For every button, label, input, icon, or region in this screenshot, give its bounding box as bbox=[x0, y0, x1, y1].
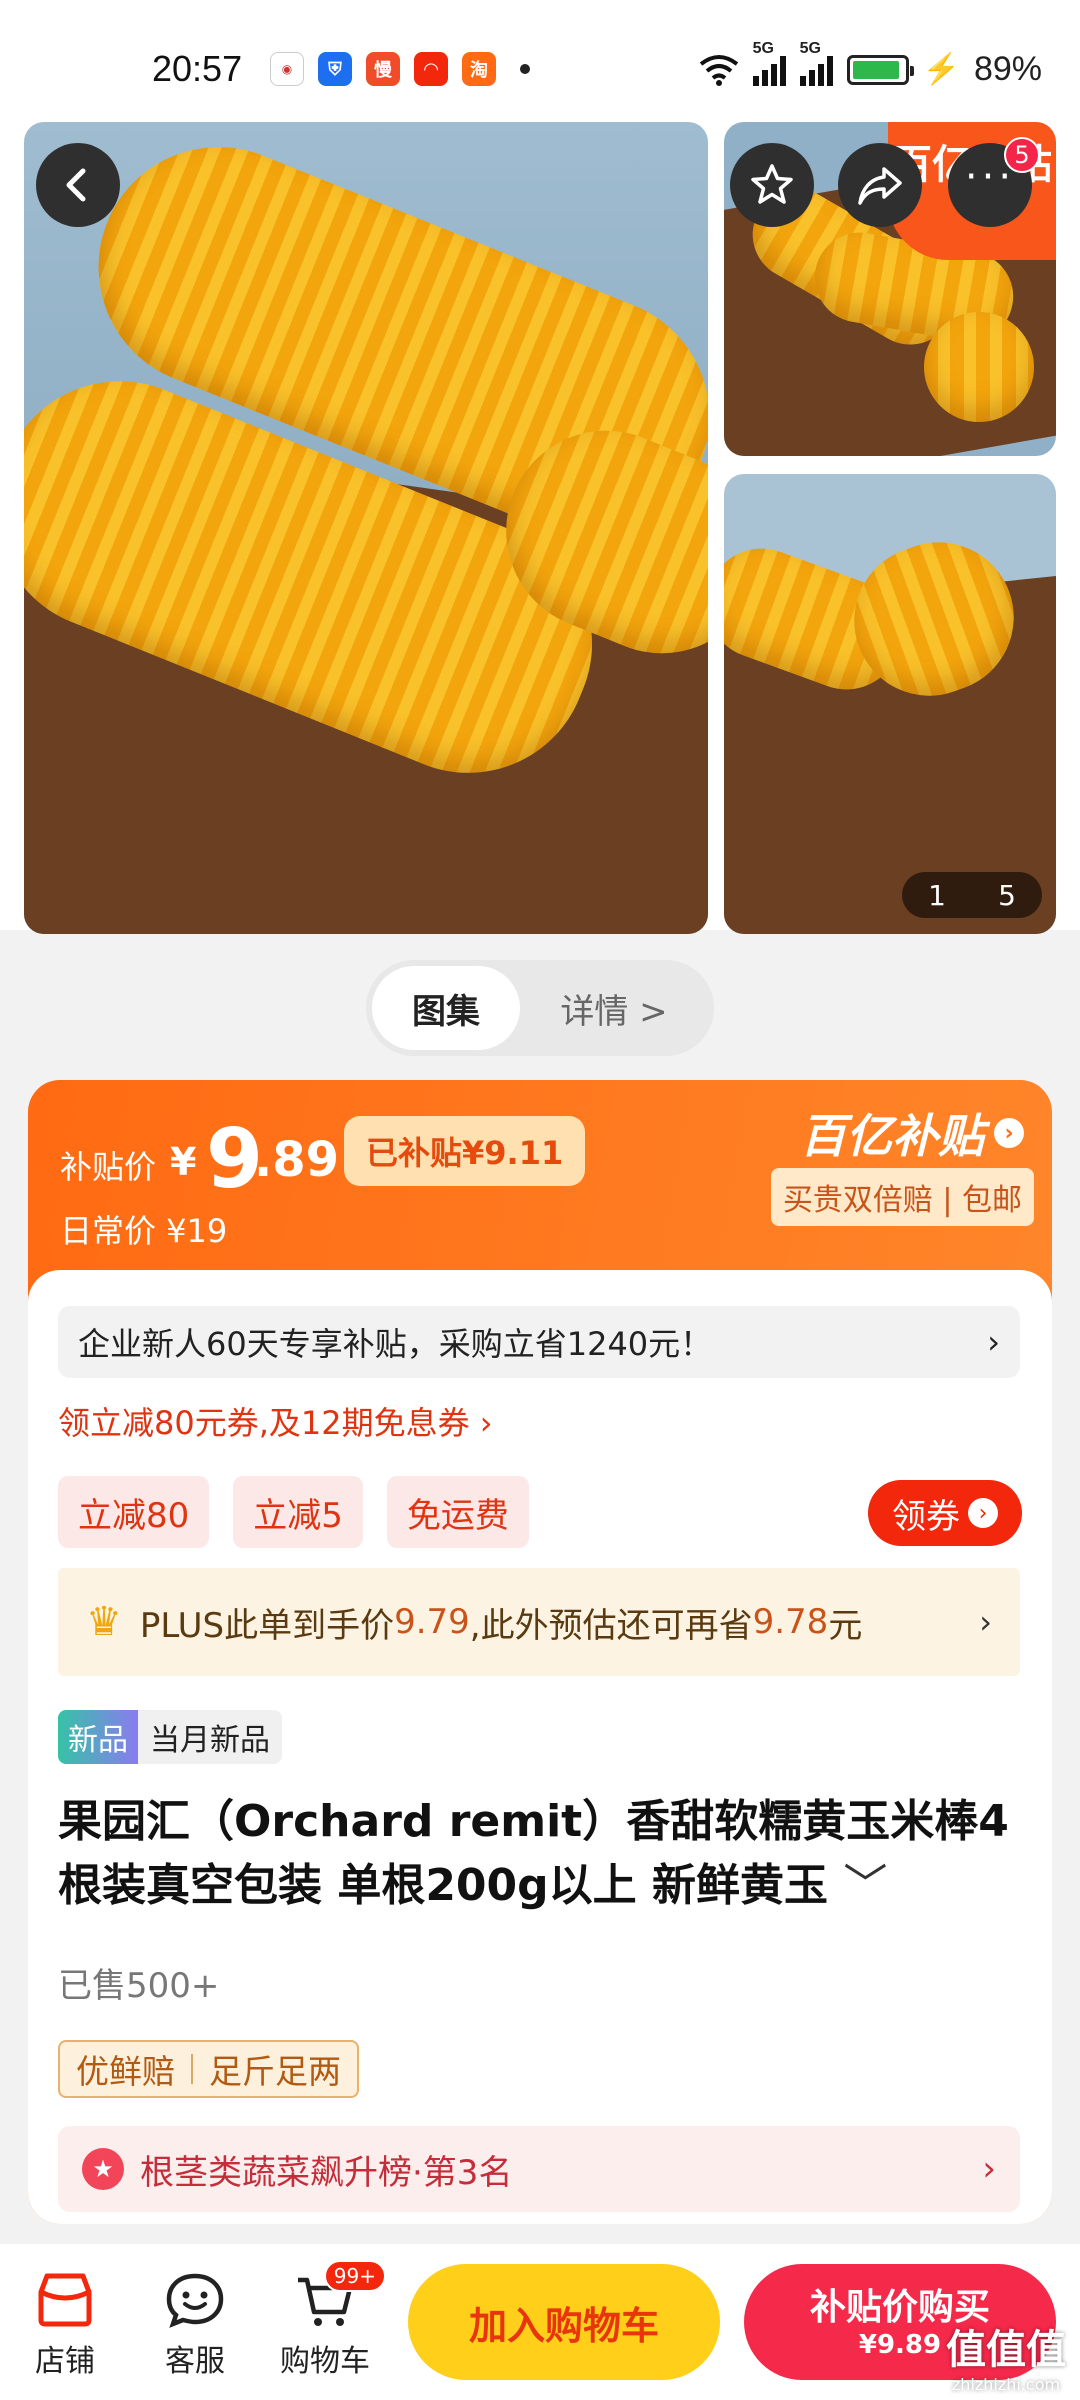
signal-bars-icon bbox=[752, 54, 786, 86]
subsidy-price-label: 补贴价 bbox=[60, 1148, 157, 1186]
plus-price-banner[interactable]: ♛ PLUS此单到手价 9.79 ,此外预估还可再省 9.78 元 › bbox=[58, 1568, 1020, 1676]
store-icon bbox=[38, 2273, 92, 2327]
get-coupon-button[interactable]: 领券 › bbox=[868, 1480, 1022, 1546]
product-image-main[interactable] bbox=[24, 122, 708, 934]
status-time: 20:57 bbox=[152, 48, 243, 89]
realme-app-icon: ◉ bbox=[270, 52, 304, 86]
status-bar: 20:57 ◉ ⛨ 慢 ◠ 淘 5G 5G ⚡ 89% bbox=[0, 0, 1080, 130]
tab-gallery[interactable]: 图集 bbox=[372, 966, 520, 1050]
subsidy-brand-link[interactable]: 百亿补贴 › bbox=[800, 1100, 1024, 1166]
chevron-down-icon[interactable]: ﹀ bbox=[843, 1860, 887, 1911]
chevron-right-icon: › bbox=[982, 2149, 996, 2189]
chevron-left-icon bbox=[66, 168, 86, 202]
store-button[interactable]: 店铺 bbox=[10, 2268, 120, 2380]
new-product-tag: 新品 当月新品 bbox=[58, 1710, 282, 1764]
status-right: 5G 5G ⚡ 89% bbox=[699, 40, 1042, 89]
crown-icon: ♛ bbox=[86, 1599, 122, 1645]
site-watermark: 值值值 zhizhizhi.com bbox=[946, 2327, 1066, 2394]
man-app-icon: 慢 bbox=[366, 52, 400, 86]
coupon-link[interactable]: 领立减80元券,及12期免息券 › bbox=[58, 1398, 493, 1444]
back-button[interactable] bbox=[36, 143, 120, 227]
chevron-right-icon: › bbox=[979, 1603, 992, 1641]
promo-chips: 立减80 立减5 免运费 bbox=[58, 1476, 529, 1548]
price-card: 补贴价 ¥ 9 .89 已补贴¥9.11 日常价 ¥19 百亿补贴 › 买贵双倍… bbox=[28, 1080, 1052, 2224]
status-app-icons: ◉ ⛨ 慢 ◠ 淘 bbox=[270, 52, 530, 86]
price-promise: 买贵双倍赔 | 包邮 bbox=[770, 1168, 1034, 1226]
subsidy-brand-label: 百亿补贴 bbox=[800, 1109, 984, 1163]
signal-1: 5G bbox=[752, 40, 786, 86]
battery-percent: 89% bbox=[973, 50, 1042, 88]
product-title[interactable]: 果园汇（Orchard remit）香甜软糯黄玉米棒4根装真空包装 单根200g… bbox=[58, 1790, 1018, 1918]
jd-app-icon: ◠ bbox=[414, 52, 448, 86]
business-subsidy-text: 企业新人60天专享补贴，采购立省1240元！ bbox=[78, 1325, 713, 1363]
signal-bars-icon bbox=[799, 54, 833, 86]
taobao-app-icon: 淘 bbox=[462, 52, 496, 86]
chevron-right-icon: › bbox=[968, 1498, 998, 1528]
share-icon bbox=[858, 167, 902, 205]
charging-icon: ⚡ bbox=[922, 53, 960, 86]
more-button[interactable]: ··· 5 bbox=[948, 137, 1040, 227]
image-page-counter: 1 5 bbox=[902, 872, 1042, 918]
price-decimal: .89 bbox=[254, 1132, 340, 1188]
ranking-banner[interactable]: ★ 根茎类蔬菜飙升榜·第3名 › bbox=[58, 2126, 1020, 2212]
price-currency: ¥ bbox=[170, 1140, 197, 1184]
share-button[interactable] bbox=[838, 143, 922, 227]
favorite-button[interactable] bbox=[730, 143, 814, 227]
chevron-right-icon: › bbox=[994, 1118, 1024, 1148]
battery-icon bbox=[846, 54, 914, 85]
promo-chip[interactable]: 立减5 bbox=[233, 1476, 363, 1548]
service-guarantee[interactable]: 优鲜赔 足斤足两 bbox=[58, 2040, 359, 2098]
product-info-panel: 企业新人60天专享补贴，采购立省1240元！ › 领立减80元券,及12期免息券… bbox=[28, 1270, 1052, 2224]
subsidized-amount: 已补贴¥9.11 bbox=[344, 1116, 586, 1186]
product-image-thumb-2[interactable]: 1 5 bbox=[724, 474, 1056, 934]
gallery-detail-toggle[interactable]: 图集 详情 > bbox=[366, 960, 714, 1056]
wifi-icon bbox=[699, 54, 738, 86]
star-icon bbox=[751, 164, 793, 204]
shield-app-icon: ⛨ bbox=[318, 52, 352, 86]
daily-price: 日常价 ¥19 bbox=[60, 1212, 228, 1250]
promo-chip[interactable]: 免运费 bbox=[386, 1476, 529, 1548]
business-subsidy-banner[interactable]: 企业新人60天专享补贴，采购立省1240元！ › bbox=[58, 1306, 1020, 1378]
sold-count: 已售500+ bbox=[58, 1966, 220, 2006]
chat-smile-icon bbox=[166, 2273, 224, 2328]
message-badge: 5 bbox=[1004, 137, 1040, 173]
customer-service-button[interactable]: 客服 bbox=[140, 2268, 250, 2380]
chevron-right-icon: › bbox=[987, 1323, 1000, 1361]
tab-details[interactable]: 详情 > bbox=[520, 984, 708, 1033]
cart-button[interactable]: 99+ 购物车 bbox=[270, 2260, 386, 2380]
notification-dot bbox=[520, 64, 530, 74]
cart-count-badge: 99+ bbox=[323, 2260, 386, 2292]
medal-icon: ★ bbox=[82, 2148, 124, 2190]
bottom-action-bar: 店铺 客服 99+ 购物车 加入购物车 补贴价购买 ¥9.89 值值值 zhiz… bbox=[0, 2244, 1080, 2400]
add-to-cart-button[interactable]: 加入购物车 bbox=[408, 2264, 720, 2380]
signal-2: 5G bbox=[799, 40, 833, 86]
promo-chip[interactable]: 立减80 bbox=[58, 1476, 210, 1548]
